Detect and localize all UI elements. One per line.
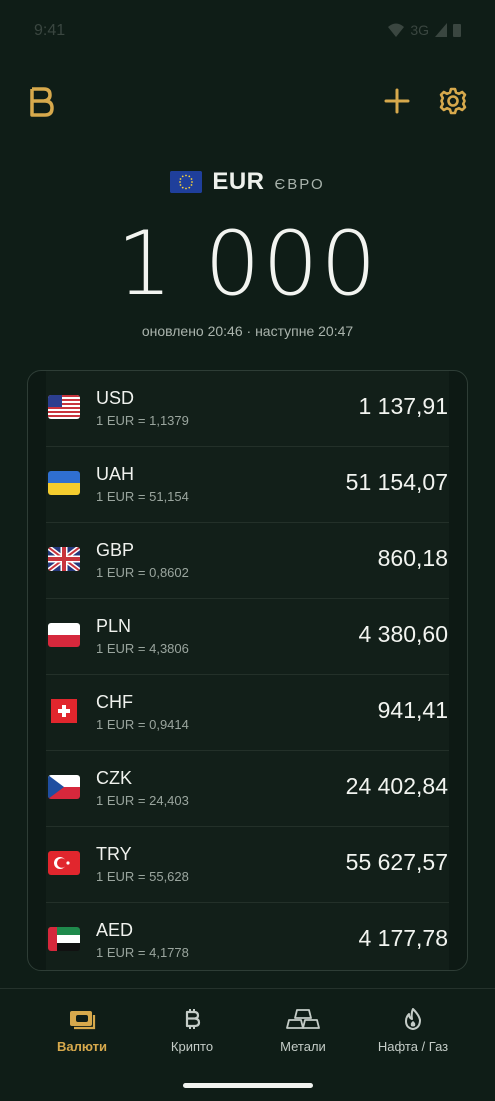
currency-code: TRY — [96, 844, 132, 864]
exchange-rate: 1 EUR = 4,3806 — [96, 641, 189, 656]
wifi-icon — [388, 23, 405, 37]
pl-flag-icon — [48, 623, 80, 647]
battery-icon — [453, 24, 461, 37]
ae-flag-icon — [48, 927, 80, 951]
tab-label: Крипто — [170, 1039, 214, 1054]
uk-flag-icon — [48, 547, 80, 571]
tab-label: Нафта / Газ — [377, 1039, 449, 1054]
tr-flag-icon — [48, 851, 80, 875]
status-time: 9:41 — [34, 22, 66, 39]
tab-label: Валюти — [56, 1039, 107, 1054]
converted-value: 24 402,84 — [345, 773, 448, 799]
currency-code: USD — [96, 388, 135, 408]
converted-value: 4 177,78 — [358, 925, 448, 951]
converted-value: 941,41 — [377, 697, 448, 723]
amount-display[interactable]: 1 000 — [0, 212, 495, 315]
exchange-rate: 1 EUR = 0,9414 — [96, 717, 189, 732]
base-currency-code: EUR — [212, 168, 265, 195]
base-currency[interactable]: EUR ЄВРО — [0, 165, 495, 199]
converted-value: 51 154,07 — [345, 469, 448, 495]
rate-row-uah[interactable]: UAH 1 EUR = 51,154 51 154,07 — [46, 447, 449, 523]
rate-row-chf[interactable]: CHF 1 EUR = 0,9414 941,41 — [46, 675, 449, 751]
ua-flag-icon — [48, 471, 80, 495]
converted-value: 4 380,60 — [358, 621, 448, 647]
currency-code: UAH — [96, 464, 135, 484]
home-indicator[interactable] — [183, 1083, 313, 1088]
us-flag-icon — [48, 395, 80, 419]
exchange-rate: 1 EUR = 0,8602 — [96, 565, 189, 580]
currency-code: GBP — [96, 540, 135, 560]
converted-value: 860,18 — [377, 545, 448, 571]
gold-bars-icon — [286, 1009, 320, 1029]
tab-metals[interactable]: Метали — [248, 1007, 358, 1054]
eu-flag-icon — [170, 171, 203, 193]
base-currency-name: ЄВРО — [274, 175, 325, 193]
exchange-rate: 1 EUR = 1,1379 — [96, 413, 189, 428]
rate-row-czk[interactable]: CZK 1 EUR = 24,403 24 402,84 — [46, 751, 449, 827]
rate-row-try[interactable]: TRY 1 EUR = 55,628 55 627,57 — [46, 827, 449, 903]
signal-icon — [435, 23, 447, 37]
network-type: 3G — [410, 22, 429, 38]
ch-flag-icon — [51, 699, 77, 723]
flame-icon — [405, 1008, 421, 1030]
status-bar: 9:41 3G — [0, 0, 495, 62]
currency-code: CHF — [96, 692, 133, 712]
rate-row-aed[interactable]: AED 1 EUR = 4,1778 4 177,78 — [46, 903, 449, 970]
currency-code: CZK — [96, 768, 132, 788]
top-bar — [0, 72, 495, 132]
tab-oil-gas[interactable]: Нафта / Газ — [358, 1007, 468, 1054]
rates-list: USD 1 EUR = 1,1379 1 137,91 UAH 1 EUR = … — [46, 371, 449, 970]
b-logo-icon — [30, 87, 54, 117]
tab-currencies[interactable]: Валюти — [27, 1007, 137, 1054]
exchange-rate: 1 EUR = 24,403 — [96, 793, 189, 808]
exchange-rate: 1 EUR = 4,1778 — [96, 945, 189, 960]
plus-icon[interactable] — [382, 86, 412, 116]
banknote-icon — [70, 1011, 96, 1030]
rate-row-usd[interactable]: USD 1 EUR = 1,1379 1 137,91 — [46, 371, 449, 447]
exchange-rate: 1 EUR = 51,154 — [96, 489, 189, 504]
bitcoin-icon — [185, 1009, 201, 1029]
rate-row-pln[interactable]: PLN 1 EUR = 4,3806 4 380,60 — [46, 599, 449, 675]
cz-flag-icon — [48, 775, 80, 799]
exchange-rate: 1 EUR = 55,628 — [96, 869, 189, 884]
status-icons: 3G — [388, 22, 461, 38]
currency-code: PLN — [96, 616, 132, 636]
rates-card: USD 1 EUR = 1,1379 1 137,91 UAH 1 EUR = … — [27, 370, 468, 971]
converted-value: 1 137,91 — [358, 393, 448, 419]
tab-label: Метали — [280, 1039, 326, 1054]
currency-code: AED — [96, 920, 134, 940]
gear-icon[interactable] — [438, 86, 468, 116]
converted-value: 55 627,57 — [345, 849, 448, 875]
update-status: оновлено 20:46 · наступне 20:47 — [141, 323, 354, 339]
rate-row-gbp[interactable]: GBP 1 EUR = 0,8602 860,18 — [46, 523, 449, 599]
tab-crypto[interactable]: Крипто — [137, 1007, 247, 1054]
